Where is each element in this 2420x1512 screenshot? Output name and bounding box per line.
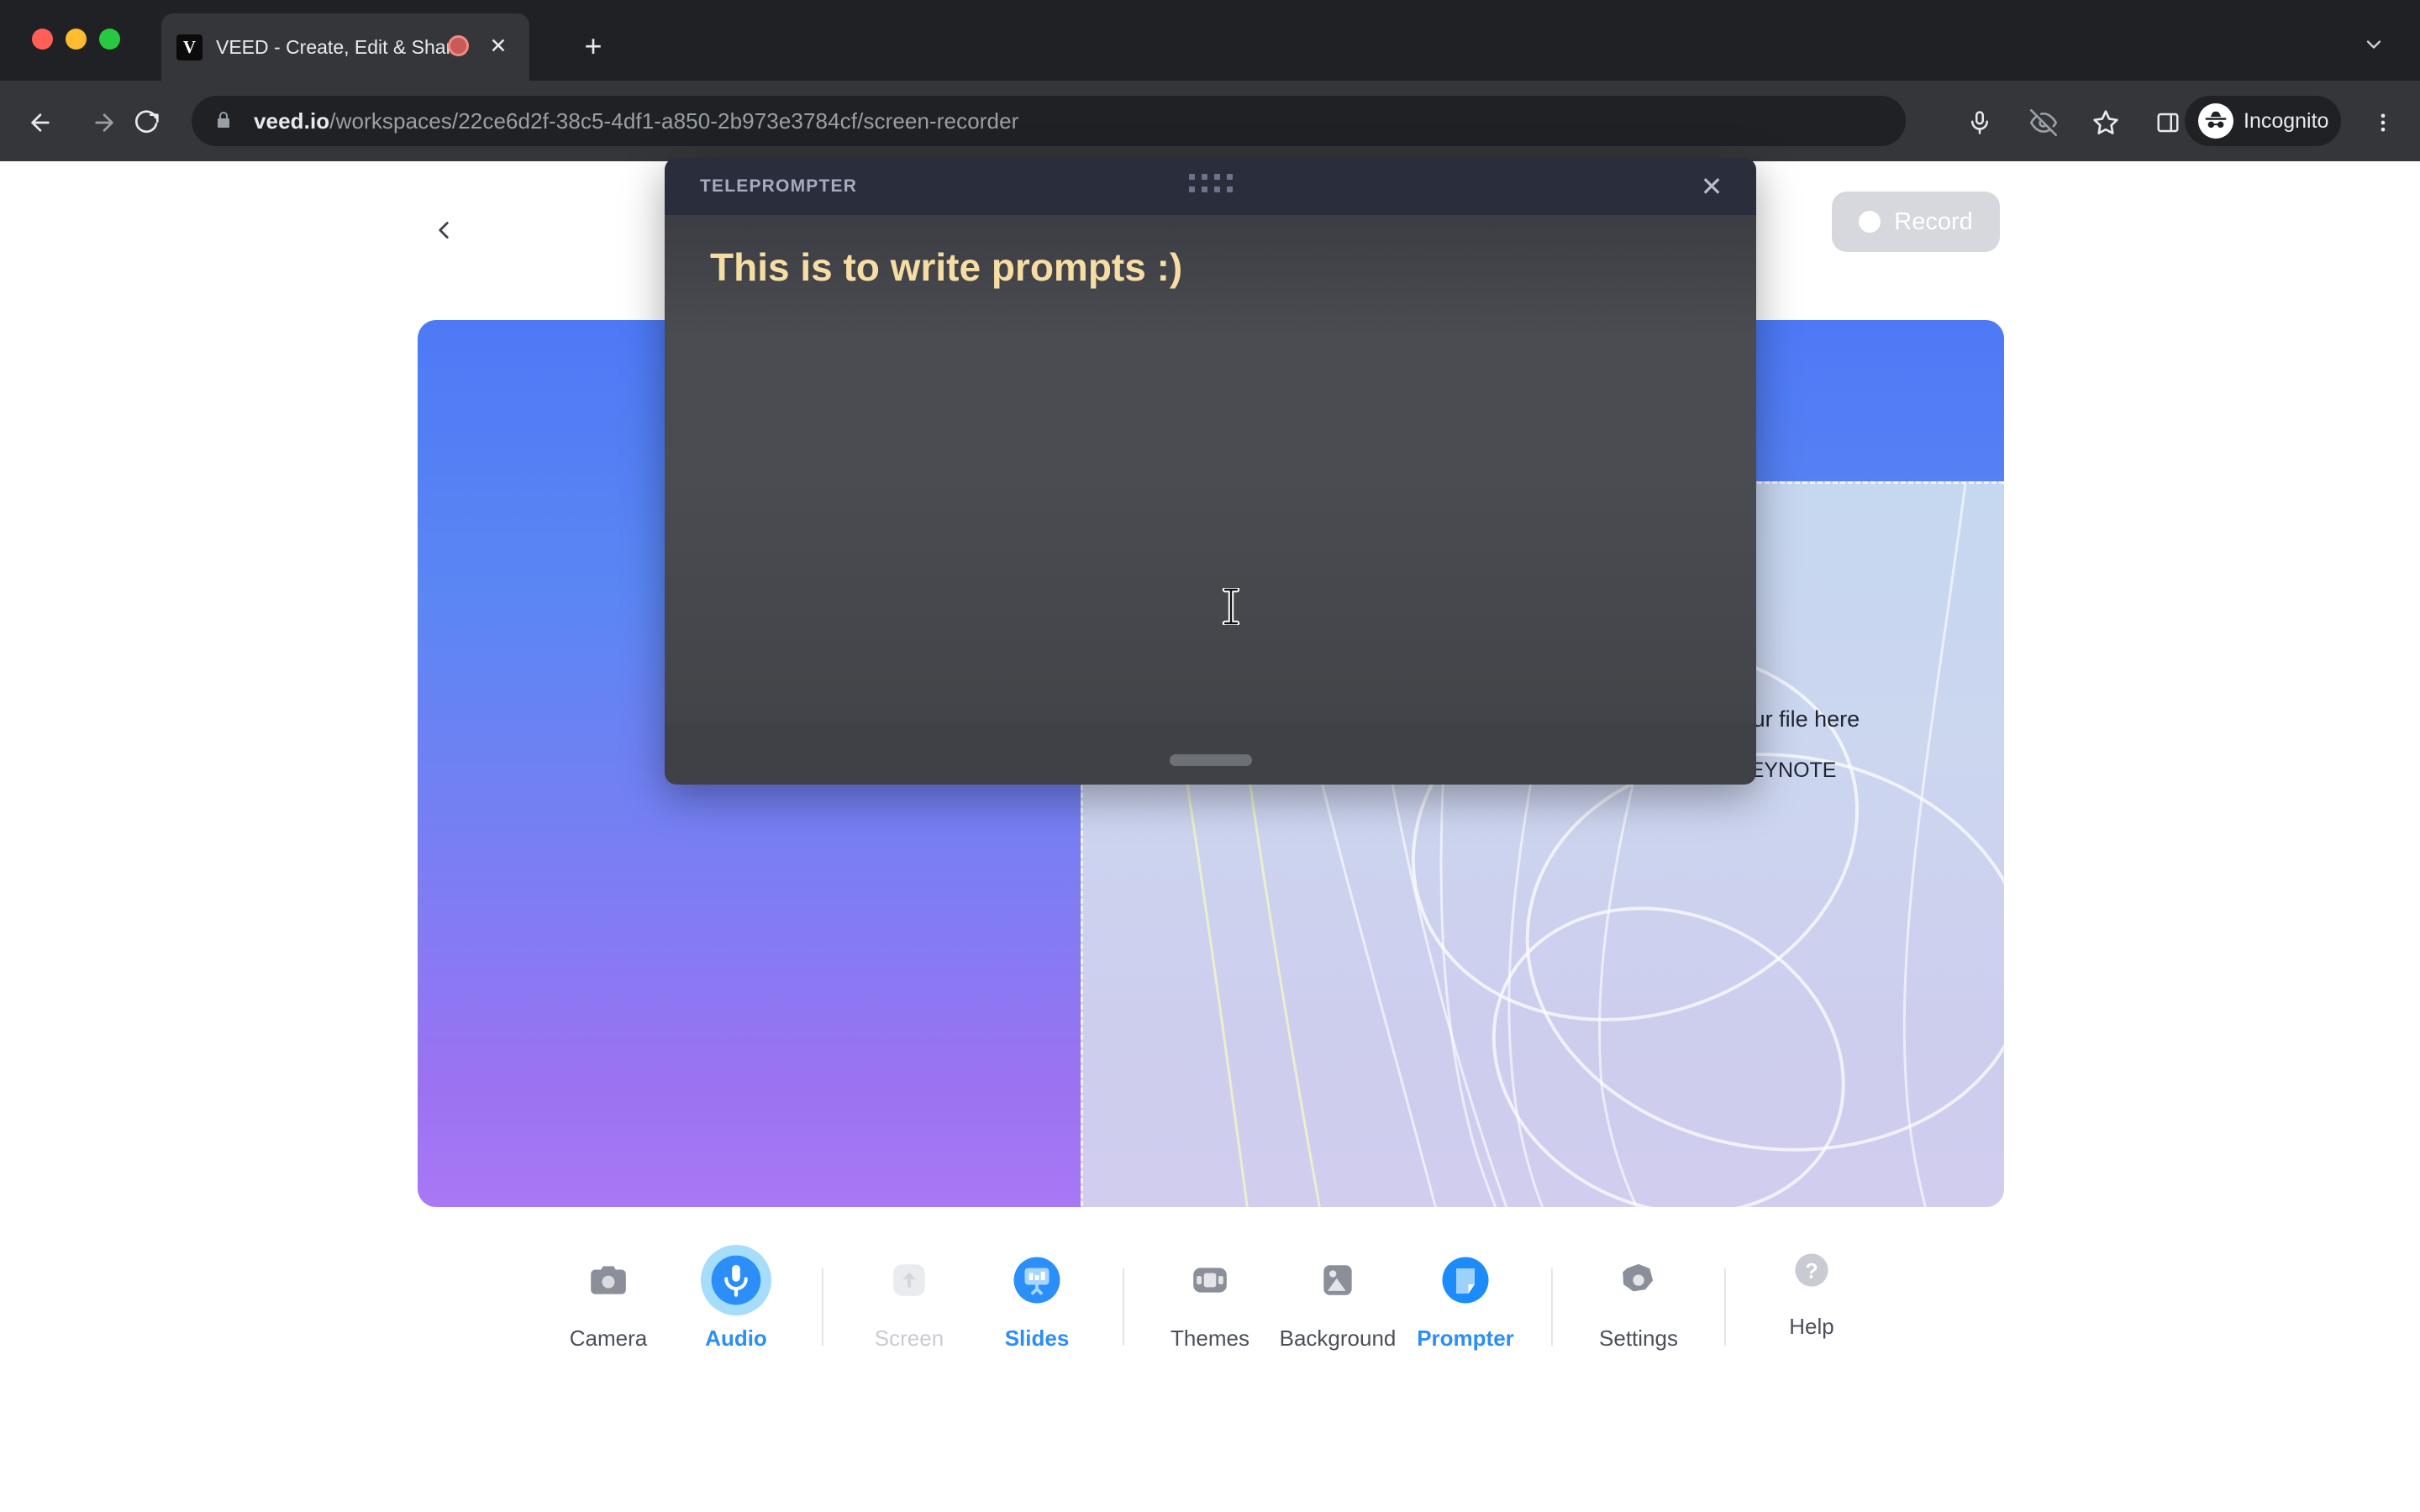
address-bar[interactable]: veed.io/workspaces/22ce6d2f-38c5-4df1-a8… xyxy=(192,96,1906,146)
toolbar-label-settings: Settings xyxy=(1599,1326,1678,1351)
browser-tab[interactable]: V VEED - Create, Edit & Share ✕ xyxy=(161,13,529,81)
toolbar-item-settings[interactable]: Settings xyxy=(1575,1235,1702,1352)
close-icon[interactable]: ✕ xyxy=(1696,171,1728,203)
teleprompter-script-text: This is to write prompts :) xyxy=(710,245,1183,289)
incognito-label: Incognito xyxy=(2244,108,2329,133)
close-window-button[interactable] xyxy=(32,29,53,50)
teleprompter-header: TELEPROMPTER ✕ xyxy=(665,158,1756,215)
browser-toolbar: veed.io/workspaces/22ce6d2f-38c5-4df1-a8… xyxy=(0,81,2420,161)
toolbar-item-prompter[interactable]: Prompter xyxy=(1402,1235,1529,1352)
toolbar-label-prompter: Prompter xyxy=(1417,1326,1514,1351)
browser-window: V VEED - Create, Edit & Share ✕ + veed.i… xyxy=(0,0,2420,1512)
toolbar-item-background[interactable]: Background xyxy=(1274,1235,1402,1352)
toolbar-item-themes[interactable]: Themes xyxy=(1146,1235,1274,1352)
toolbar-item-help[interactable]: ? Help xyxy=(1748,1235,1876,1340)
toolbar-divider xyxy=(822,1268,823,1346)
tab-close-icon[interactable]: ✕ xyxy=(486,34,511,59)
tab-strip: V VEED - Create, Edit & Share ✕ + xyxy=(0,0,2420,81)
text-cursor-icon xyxy=(1220,586,1242,627)
drag-dots-icon[interactable] xyxy=(1188,174,1233,192)
tab-title: VEED - Create, Edit & Share xyxy=(216,35,464,58)
address-domain: veed.io xyxy=(254,108,330,134)
help-icon: ? xyxy=(1785,1243,1839,1297)
lock-icon xyxy=(213,108,235,134)
themes-icon xyxy=(1183,1253,1237,1307)
toolbar-label-camera: Camera xyxy=(569,1326,648,1351)
three-dot-menu-icon[interactable] xyxy=(2363,99,2403,146)
address-bar-text: veed.io/workspaces/22ce6d2f-38c5-4df1-a8… xyxy=(254,108,1018,134)
toolbar-label-help: Help xyxy=(1789,1314,1834,1339)
record-button-label: Record xyxy=(1894,207,1973,235)
toolbar-label-slides: Slides xyxy=(1004,1326,1070,1351)
new-tab-button[interactable]: + xyxy=(571,25,615,69)
back-arrow-icon[interactable] xyxy=(18,101,62,144)
toolbar-item-camera[interactable]: Camera xyxy=(544,1235,672,1352)
eye-off-icon[interactable] xyxy=(2020,99,2067,146)
toolbar-divider xyxy=(1123,1268,1124,1346)
toolbar-label-background: Background xyxy=(1279,1326,1397,1351)
incognito-profile-button[interactable]: Incognito xyxy=(2185,96,2341,146)
incognito-icon xyxy=(2198,103,2233,139)
background-icon xyxy=(1311,1253,1365,1307)
forward-arrow-icon[interactable] xyxy=(82,101,126,144)
toolbar-divider xyxy=(1551,1268,1553,1346)
teleprompter-title: TELEPROMPTER xyxy=(700,176,858,196)
resize-handle-icon[interactable] xyxy=(1169,754,1252,766)
address-path: /workspaces/22ce6d2f-38c5-4df1-a850-2b97… xyxy=(329,108,1019,134)
back-button[interactable] xyxy=(417,203,471,257)
settings-icon xyxy=(1612,1253,1665,1307)
reload-icon[interactable] xyxy=(124,101,168,144)
microphone-icon[interactable] xyxy=(1956,99,2003,146)
maximize-window-button[interactable] xyxy=(99,29,120,50)
toolbar-item-slides[interactable]: Slides xyxy=(973,1235,1101,1352)
recorder-toolbar: Camera Audio Screen Slides Themes Backgr… xyxy=(0,1235,2420,1428)
tab-recording-indicator-icon xyxy=(448,35,469,56)
screen-share-icon xyxy=(882,1253,936,1307)
camera-icon xyxy=(581,1253,635,1307)
toolbar-divider xyxy=(1724,1268,1726,1346)
minimize-window-button[interactable] xyxy=(66,29,87,50)
prompter-icon xyxy=(1439,1253,1492,1307)
toolbar-item-audio[interactable]: Audio xyxy=(672,1235,800,1352)
toolbar-label-audio: Audio xyxy=(705,1326,767,1351)
toolbar-label-themes: Themes xyxy=(1171,1326,1249,1351)
slides-icon xyxy=(1010,1253,1064,1307)
toolbar-label-screen: Screen xyxy=(874,1326,944,1351)
teleprompter-footer xyxy=(665,723,1756,785)
teleprompter-panel: TELEPROMPTER ✕ This is to write prompts … xyxy=(665,158,1756,785)
svg-text:?: ? xyxy=(1805,1260,1818,1284)
teleprompter-script-editor[interactable]: This is to write prompts :) xyxy=(665,215,1756,723)
tab-favicon: V xyxy=(176,34,203,60)
window-traffic-lights xyxy=(32,29,120,50)
tab-search-chevron-icon[interactable] xyxy=(2353,24,2395,66)
star-icon[interactable] xyxy=(2082,99,2129,146)
record-dot-icon xyxy=(1859,211,1881,233)
microphone-icon xyxy=(701,1245,771,1315)
toolbar-item-screen[interactable]: Screen xyxy=(845,1235,973,1352)
record-button[interactable]: Record xyxy=(1832,192,2000,252)
